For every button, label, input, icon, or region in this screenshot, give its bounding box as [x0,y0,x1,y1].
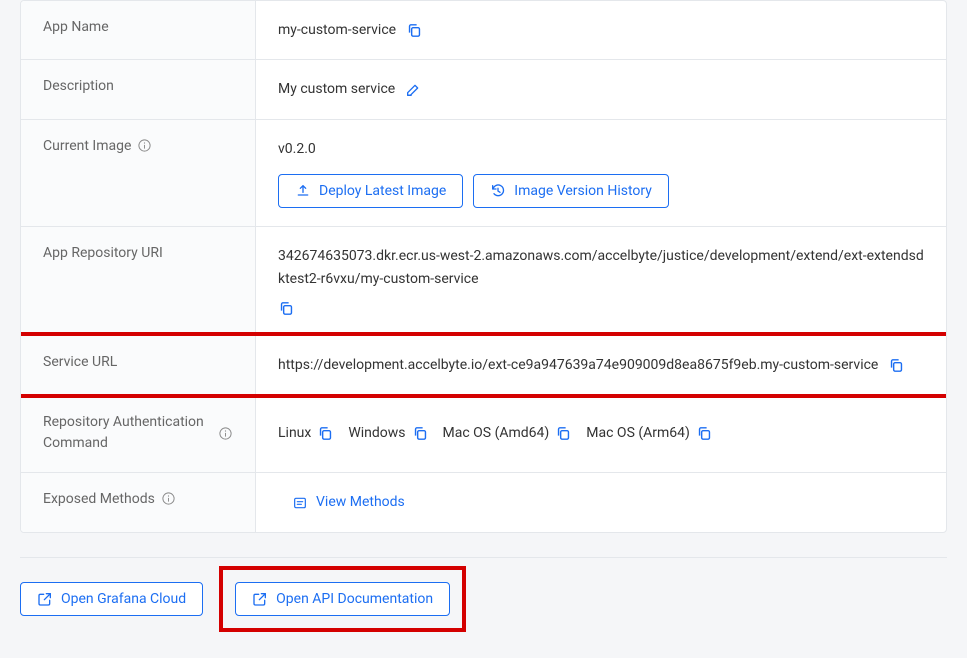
upload-icon [295,183,311,199]
value-app-repo-uri: 342674635073.dkr.ecr.us-west-2.amazonaws… [278,245,924,290]
value-app-name: my-custom-service [278,19,396,41]
copy-mac-arm-button[interactable] [696,425,713,442]
label-current-image: Current Image [21,120,256,226]
value-description: My custom service [278,78,395,100]
value-current-image: v0.2.0 [278,138,316,160]
row-repo-auth-command: Repository Authentication Command Linux … [21,394,946,473]
info-icon[interactable] [218,426,233,441]
image-version-history-button[interactable]: Image Version History [473,174,669,208]
row-service-url: Service URL https://development.accelbyt… [20,332,947,398]
external-link-icon [37,591,53,607]
label-app-repo-uri: App Repository URI [21,227,256,335]
os-linux-label: Linux [278,422,311,444]
open-api-documentation-button[interactable]: Open API Documentation [235,582,450,616]
info-icon[interactable] [137,138,152,153]
app-details-table: App Name my-custom-service Description M… [20,0,947,533]
view-methods-link[interactable]: View Methods [292,491,405,513]
copy-mac-amd-button[interactable] [555,425,572,442]
label-repo-auth-command: Repository Authentication Command [21,394,256,472]
copy-icon [406,22,423,39]
os-mac-arm-label: Mac OS (Arm64) [586,422,690,444]
os-windows-label: Windows [348,422,405,444]
copy-icon [278,300,295,317]
edit-description-button[interactable] [405,82,421,98]
label-description: Description [21,60,256,118]
label-app-name: App Name [21,1,256,59]
copy-icon [696,425,713,442]
list-icon [292,495,308,511]
row-exposed-methods: Exposed Methods View Methods [21,473,946,531]
highlight-api-docs: Open API Documentation [219,566,466,632]
deploy-latest-image-button[interactable]: Deploy Latest Image [278,174,463,208]
copy-icon [888,357,905,374]
external-link-icon [252,591,268,607]
row-app-repo-uri: App Repository URI 342674635073.dkr.ecr.… [21,227,946,336]
label-service-url: Service URL [21,336,256,394]
copy-windows-button[interactable] [412,425,429,442]
copy-icon [412,425,429,442]
row-description: Description My custom service [21,60,946,119]
info-icon[interactable] [161,491,176,506]
copy-service-url-button[interactable] [888,357,905,374]
row-current-image: Current Image v0.2.0 Deploy Latest Image [21,120,946,227]
row-app-name: App Name my-custom-service [21,1,946,60]
copy-icon [555,425,572,442]
history-icon [490,183,506,199]
label-exposed-methods: Exposed Methods [21,473,256,531]
os-mac-amd-label: Mac OS (Amd64) [443,422,550,444]
copy-app-repo-uri-button[interactable] [278,300,295,317]
copy-app-name-button[interactable] [406,22,423,39]
open-grafana-cloud-button[interactable]: Open Grafana Cloud [20,582,203,616]
edit-icon [405,82,421,98]
value-service-url: https://development.accelbyte.io/ext-ce9… [278,354,878,376]
copy-linux-button[interactable] [317,425,334,442]
footer-actions: Open Grafana Cloud Open API Documentatio… [20,557,947,646]
copy-icon [317,425,334,442]
